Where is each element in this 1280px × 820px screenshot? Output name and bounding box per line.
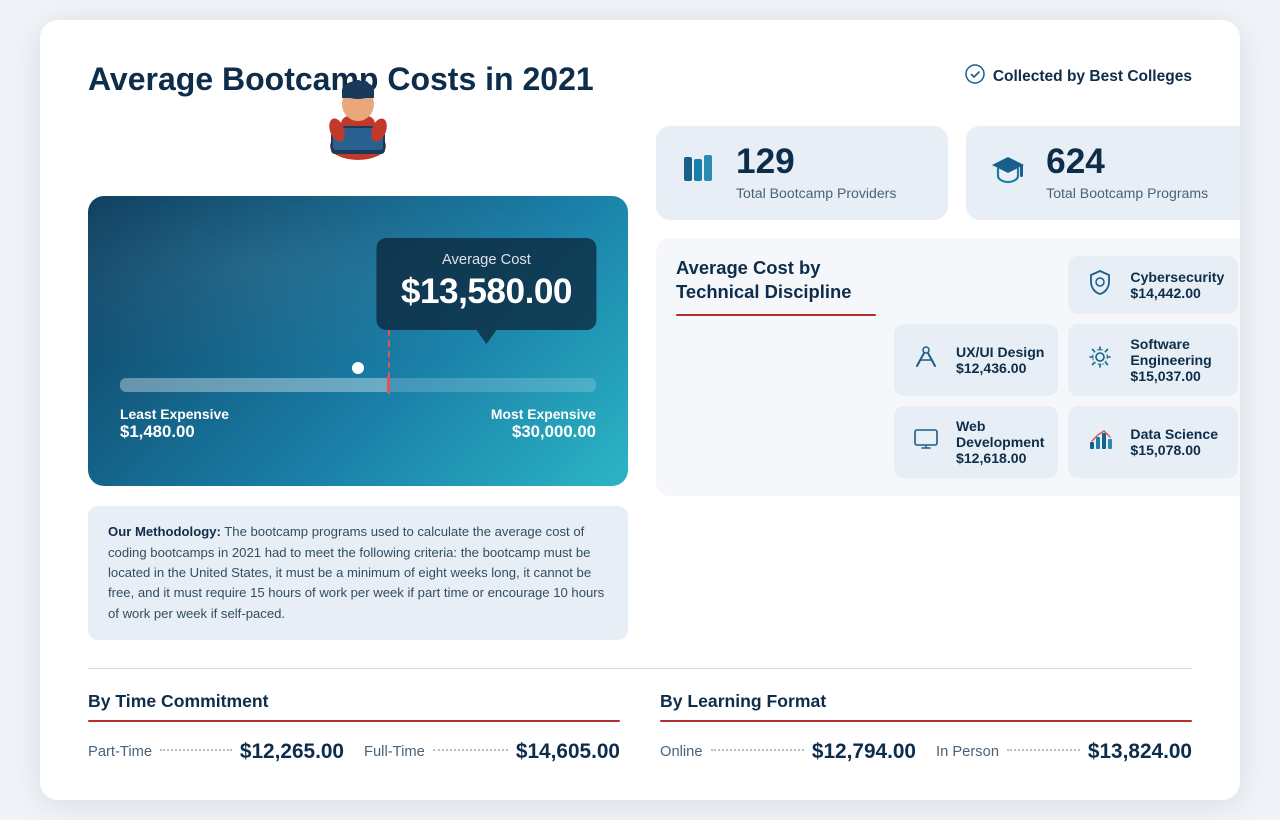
least-expensive-label: Least Expensive [120,406,229,422]
slider-indicator [387,376,390,394]
stat-programs-desc: Total Bootcamp Programs [1046,184,1208,202]
stat-providers-desc: Total Bootcamp Providers [736,184,896,202]
discipline-title: Average Cost by Technical Discipline [676,256,876,304]
discipline-software-info: Software Engineering $15,037.00 [1130,336,1224,384]
format-online: Online $12,794.00 [660,740,916,764]
full-time-dots [433,749,508,751]
books-icon [676,149,720,198]
discipline-uxui-info: UX/UI Design $12,436.00 [956,344,1044,376]
discipline-item-software: Software Engineering $15,037.00 [1068,324,1238,396]
hero-wrapper: Average Cost $13,580.00 [88,126,628,486]
graduation-icon [986,149,1030,198]
discipline-uxui-name: UX/UI Design [956,344,1044,360]
discipline-cybersecurity-cost: $14,442.00 [1130,285,1224,301]
verified-icon [965,64,985,89]
discipline-item-cybersecurity: Cybersecurity $14,442.00 [1068,256,1238,314]
time-commitment-divider [88,720,620,722]
slider-dashed-line [388,330,390,378]
hero-bottom: Least Expensive $1,480.00 Most Expensive… [120,406,596,442]
discipline-datascience-name: Data Science [1130,426,1218,442]
main-card: Average Bootcamp Costs in 2021 Collected… [40,20,1240,800]
least-expensive: Least Expensive $1,480.00 [120,406,229,442]
time-commitment-block: By Time Commitment Part-Time $12,265.00 … [88,691,620,764]
avg-cost-container: Average Cost $13,580.00 [120,228,596,330]
discipline-grid: Cybersecurity $14,442.00 [894,256,1238,478]
collected-by: Collected by Best Colleges [965,64,1192,89]
most-expensive-label: Most Expensive [491,406,596,422]
discipline-section: Average Cost by Technical Discipline [656,238,1240,496]
time-full-time: Full-Time $14,605.00 [364,740,620,764]
time-commitment-items: Part-Time $12,265.00 Full-Time $14,605.0… [88,740,620,764]
discipline-layout: Average Cost by Technical Discipline [676,256,1238,478]
slider-dot [352,362,364,374]
avg-cost-box: Average Cost $13,580.00 [377,238,596,330]
discipline-item-datascience: Data Science $15,078.00 [1068,406,1238,478]
format-in-person: In Person $13,824.00 [936,740,1192,764]
avg-cost-label: Average Cost [401,252,572,268]
stat-card-programs: 624 Total Bootcamp Programs [966,126,1240,220]
online-value: $12,794.00 [812,740,916,764]
part-time-dots [160,749,232,751]
in-person-label: In Person [936,744,999,760]
header: Average Bootcamp Costs in 2021 Collected… [88,60,1192,98]
most-expensive-value: $30,000.00 [491,422,596,442]
online-dots [711,749,804,751]
learning-format-divider [660,720,1192,722]
learning-format-items: Online $12,794.00 In Person $13,824.00 [660,740,1192,764]
discipline-item-uxui: UX/UI Design $12,436.00 [894,324,1058,396]
shield-icon [1082,268,1118,302]
stat-providers-info: 129 Total Bootcamp Providers [736,144,896,202]
stat-card-providers: 129 Total Bootcamp Providers [656,126,948,220]
discipline-software-name: Software Engineering [1130,336,1224,368]
monitor-icon [908,425,944,459]
methodology-box: Our Methodology: The bootcamp programs u… [88,506,628,640]
stat-cards-row: 129 Total Bootcamp Providers 624 [656,126,1240,220]
person-illustration [303,58,413,168]
stat-programs-number: 624 [1046,144,1208,179]
online-label: Online [660,744,703,760]
discipline-uxui-cost: $12,436.00 [956,360,1044,376]
discipline-web-name: Web Development [956,418,1044,450]
discipline-datascience-cost: $15,078.00 [1130,442,1218,458]
full-time-value: $14,605.00 [516,740,620,764]
discipline-datascience-info: Data Science $15,078.00 [1130,426,1218,458]
learning-format-title: By Learning Format [660,691,1192,712]
discipline-cybersecurity-name: Cybersecurity [1130,269,1224,285]
stat-providers-number: 129 [736,144,896,179]
part-time-label: Part-Time [88,744,152,760]
discipline-web-info: Web Development $12,618.00 [956,418,1044,466]
avg-cost-value: $13,580.00 [401,272,572,312]
main-layout: Average Cost $13,580.00 [88,126,1192,640]
slider-fill [120,378,387,392]
methodology-bold: Our Methodology: [108,524,221,539]
part-time-value: $12,265.00 [240,740,344,764]
full-time-label: Full-Time [364,744,425,760]
most-expensive: Most Expensive $30,000.00 [491,406,596,442]
design-icon [908,343,944,377]
least-expensive-value: $1,480.00 [120,422,229,442]
in-person-dots [1007,749,1080,751]
discipline-item-web: Web Development $12,618.00 [894,406,1058,478]
time-commitment-title: By Time Commitment [88,691,620,712]
time-part-time: Part-Time $12,265.00 [88,740,344,764]
slider-area [120,362,596,392]
discipline-web-cost: $12,618.00 [956,450,1044,466]
discipline-title-area: Average Cost by Technical Discipline [676,256,876,316]
chart-icon [1082,425,1118,459]
right-column: 129 Total Bootcamp Providers 624 [656,126,1240,496]
discipline-cybersecurity-info: Cybersecurity $14,442.00 [1130,269,1224,301]
in-person-value: $13,824.00 [1088,740,1192,764]
gear-icon [1082,343,1118,377]
stat-programs-info: 624 Total Bootcamp Programs [1046,144,1208,202]
collected-label: Collected by Best Colleges [993,68,1192,86]
left-column: Average Cost $13,580.00 [88,126,628,640]
hero-card: Average Cost $13,580.00 [88,196,628,486]
slider-track [120,378,596,392]
discipline-divider [676,314,876,316]
discipline-software-cost: $15,037.00 [1130,368,1224,384]
bottom-section: By Time Commitment Part-Time $12,265.00 … [88,668,1192,764]
learning-format-block: By Learning Format Online $12,794.00 In … [660,691,1192,764]
